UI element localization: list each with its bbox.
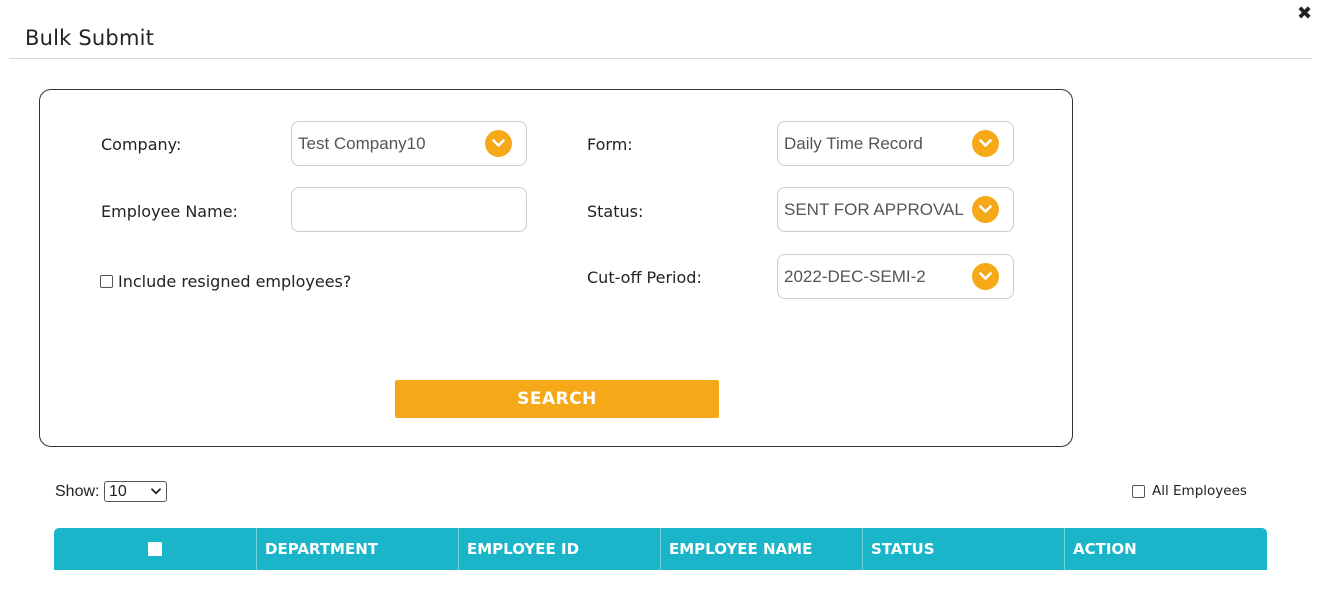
include-resigned-option[interactable]: Include resigned employees? <box>100 272 351 291</box>
show-label: Show: <box>55 483 100 500</box>
cutoff-select[interactable]: 2022-DEC-SEMI-2 <box>777 254 1014 299</box>
status-select-value: SENT FOR APPROVAL <box>784 199 964 219</box>
all-employees-checkbox[interactable] <box>1132 484 1145 498</box>
form-label: Form: <box>587 135 633 154</box>
include-resigned-label: Include resigned employees? <box>118 272 352 291</box>
column-header-employee-name[interactable]: EMPLOYEE NAME <box>660 528 862 570</box>
show-entries-select[interactable]: 10 <box>104 481 167 502</box>
status-label: Status: <box>587 202 644 221</box>
chevron-down-icon <box>972 130 999 157</box>
cutoff-select-value: 2022-DEC-SEMI-2 <box>784 266 926 286</box>
all-employees-option[interactable]: All Employees <box>1132 483 1247 499</box>
status-select[interactable]: SENT FOR APPROVAL <box>777 187 1014 232</box>
chevron-down-icon <box>485 130 512 157</box>
column-header-employee-id[interactable]: EMPLOYEE ID <box>458 528 660 570</box>
chevron-down-icon <box>972 196 999 223</box>
column-header-action[interactable]: ACTION <box>1064 528 1267 570</box>
all-employees-label: All Employees <box>1152 483 1247 499</box>
column-header-department[interactable]: DEPARTMENT <box>256 528 458 570</box>
company-select-value: Test Company10 <box>298 133 426 153</box>
employee-name-input[interactable] <box>291 187 527 232</box>
company-label: Company: <box>101 135 182 154</box>
chevron-down-icon <box>972 263 999 290</box>
close-icon[interactable]: ✖ <box>1297 4 1312 24</box>
company-select[interactable]: Test Company10 <box>291 121 527 166</box>
select-all-column <box>54 528 256 570</box>
show-entries-value: 10 <box>109 482 127 500</box>
title-divider <box>9 58 1312 59</box>
dialog-title: Bulk Submit <box>25 26 155 50</box>
chevron-down-icon <box>151 488 161 495</box>
table-header: DEPARTMENT EMPLOYEE ID EMPLOYEE NAME STA… <box>54 528 1267 570</box>
form-select[interactable]: Daily Time Record <box>777 121 1014 166</box>
include-resigned-checkbox[interactable] <box>100 275 113 288</box>
select-all-checkbox[interactable] <box>148 542 162 556</box>
employee-name-label: Employee Name: <box>101 202 238 221</box>
cutoff-label: Cut-off Period: <box>587 268 702 287</box>
column-header-status[interactable]: STATUS <box>862 528 1064 570</box>
form-select-value: Daily Time Record <box>784 133 923 153</box>
search-button[interactable]: SEARCH <box>395 380 719 418</box>
